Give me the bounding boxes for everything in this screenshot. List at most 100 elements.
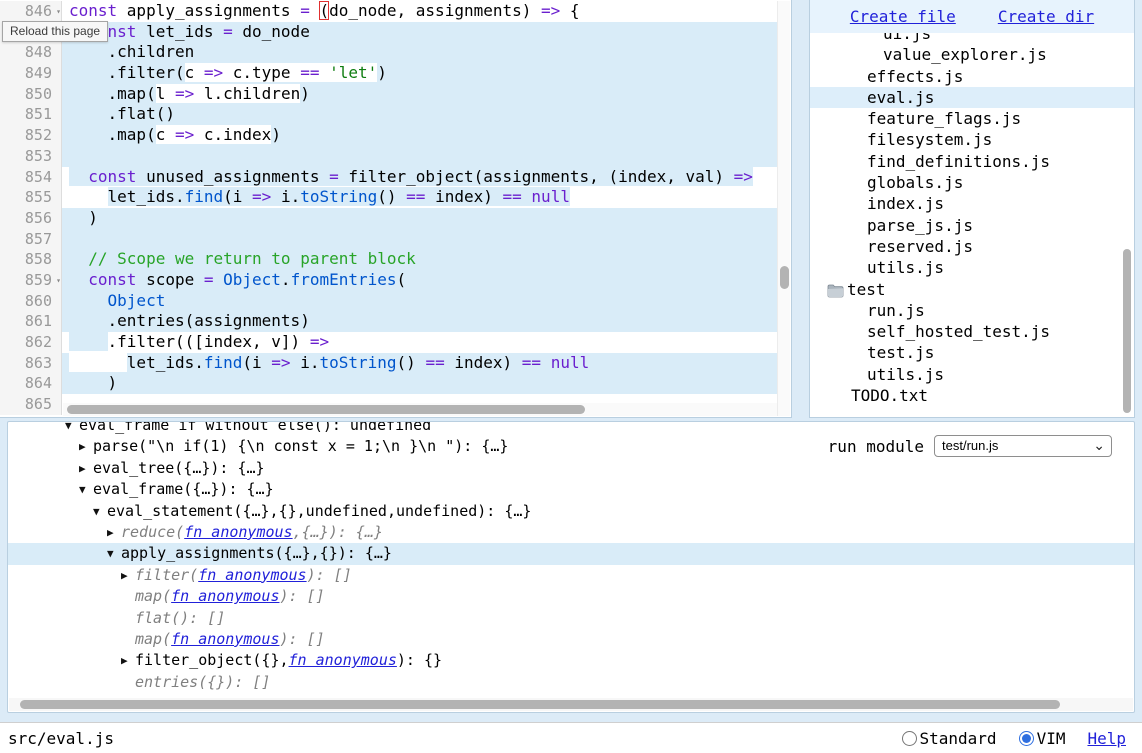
code-line[interactable]: 858 // Scope we return to parent block — [0, 249, 777, 270]
file-tree-item[interactable]: value_explorer.js — [810, 44, 1134, 65]
triangle-down-icon[interactable]: ▼ — [107, 543, 121, 564]
file-tree-item[interactable]: index.js — [810, 193, 1134, 214]
code-line[interactable]: 853 — [0, 146, 777, 167]
code-text[interactable]: .map(c => c.index) — [62, 125, 777, 146]
file-tree-item[interactable]: find_definitions.js — [810, 151, 1134, 172]
call-tree-row[interactable]: map(fn anonymous): [] — [8, 629, 1134, 650]
code-lines[interactable]: 846▾const apply_assignments = (do_node, … — [0, 1, 777, 415]
create-file-link[interactable]: Create file — [850, 7, 956, 26]
code-text[interactable]: let_ids.find(i => i.toString() == index)… — [62, 187, 777, 208]
call-tree-row[interactable]: map(fn anonymous): [] — [8, 586, 1134, 607]
code-text[interactable] — [62, 229, 777, 250]
code-text[interactable]: .filter(c => c.type == 'let') — [62, 63, 777, 84]
code-text[interactable]: .map(l => l.children) — [62, 84, 777, 105]
code-text[interactable]: let_ids.find(i => i.toString() == index)… — [62, 353, 777, 374]
triangle-right-icon[interactable]: ▶ — [121, 650, 135, 671]
code-text[interactable]: const apply_assignments = (do_node, assi… — [62, 1, 777, 22]
code-line[interactable]: 851 .flat() — [0, 104, 777, 125]
code-line[interactable]: 847 const let_ids = do_node — [0, 22, 777, 43]
code-text[interactable]: .entries(assignments) — [62, 311, 777, 332]
file-tree-item[interactable]: TODO.txt — [810, 385, 1134, 406]
call-tree-row[interactable]: flat(): [] — [8, 608, 1134, 629]
file-tree-item[interactable]: self_hosted_test.js — [810, 321, 1134, 342]
call-tree-row[interactable]: ▶eval_tree({…}): {…} — [8, 458, 1134, 479]
editor-horizontal-scrollbar-thumb[interactable] — [67, 405, 585, 414]
editor-horizontal-scrollbar[interactable] — [63, 403, 777, 416]
fold-arrow-icon[interactable]: ▾ — [52, 2, 61, 23]
file-tree-item[interactable]: globals.js — [810, 172, 1134, 193]
file-tree-item[interactable]: run.js — [810, 300, 1134, 321]
call-tree-row[interactable]: ▶filter_object({},fn anonymous): {} — [8, 650, 1134, 671]
file-tree-item[interactable]: feature_flags.js — [810, 108, 1134, 129]
file-tree-item[interactable]: filesystem.js — [810, 129, 1134, 150]
file-tree-item[interactable]: effects.js — [810, 66, 1134, 87]
call-tree-row[interactable]: ▼eval_frame({…}): {…} — [8, 479, 1134, 500]
triangle-down-icon[interactable]: ▼ — [93, 501, 107, 522]
editor-vertical-scrollbar[interactable] — [777, 1, 790, 416]
file-tree-item[interactable]: parse_js.js — [810, 215, 1134, 236]
fn-anonymous-link[interactable]: fn anonymous — [171, 586, 279, 607]
code-line[interactable]: 854 const unused_assignments = filter_ob… — [0, 167, 777, 188]
code-line[interactable]: 859▾ const scope = Object.fromEntries( — [0, 270, 777, 291]
code-line[interactable]: 846▾const apply_assignments = (do_node, … — [0, 1, 777, 22]
code-text[interactable]: const unused_assignments = filter_object… — [62, 167, 777, 188]
files-vertical-scrollbar-thumb[interactable] — [1123, 249, 1131, 413]
standard-radio[interactable] — [902, 731, 917, 746]
calltree-horizontal-scrollbar-thumb[interactable] — [20, 700, 1060, 709]
mode-option-vim[interactable]: VIM — [1019, 729, 1066, 748]
editor-vertical-scrollbar-thumb[interactable] — [780, 266, 789, 289]
call-tree-row[interactable]: ▼apply_assignments({…},{}): {…} — [8, 543, 1134, 564]
code-line[interactable]: 857 — [0, 229, 777, 250]
create-dir-link[interactable]: Create dir — [998, 7, 1094, 26]
code-text[interactable]: ) — [62, 208, 777, 229]
code-text[interactable]: const scope = Object.fromEntries( — [62, 270, 777, 291]
mode-option-standard[interactable]: Standard — [902, 729, 997, 748]
fn-anonymous-link[interactable]: fn anonymous — [184, 522, 292, 543]
code-text[interactable]: // Scope we return to parent block — [62, 249, 777, 270]
fn-anonymous-link[interactable]: fn anonymous — [171, 629, 279, 650]
calltree-horizontal-scrollbar[interactable] — [9, 698, 1133, 711]
code-text[interactable]: const let_ids = do_node — [62, 22, 777, 43]
fn-anonymous-link[interactable]: fn anonymous — [198, 565, 306, 586]
files-vertical-scrollbar[interactable] — [1121, 1, 1133, 416]
triangle-right-icon[interactable]: ▶ — [121, 565, 135, 586]
triangle-right-icon[interactable]: ▶ — [79, 436, 93, 457]
file-tree-item[interactable]: reserved.js — [810, 236, 1134, 257]
code-text[interactable]: ) — [62, 373, 777, 394]
help-link[interactable]: Help — [1087, 729, 1126, 748]
vim-radio[interactable] — [1019, 731, 1034, 746]
code-text[interactable]: .filter(([index, v]) => — [62, 332, 777, 353]
triangle-right-icon[interactable]: ▶ — [107, 522, 121, 543]
file-tree-item[interactable]: utils.js — [810, 364, 1134, 385]
file-tree-folder[interactable]: test — [810, 279, 1134, 300]
code-line[interactable]: 862 .filter(([index, v]) => — [0, 332, 777, 353]
code-line[interactable]: 856 ) — [0, 208, 777, 229]
code-text[interactable] — [62, 146, 777, 167]
call-tree-row[interactable]: ▼eval_statement({…},{},undefined,undefin… — [8, 501, 1134, 522]
fold-arrow-icon[interactable]: ▾ — [52, 271, 61, 292]
code-text[interactable]: Object — [62, 291, 777, 312]
file-tree-item[interactable]: test.js — [810, 342, 1134, 363]
code-text[interactable]: .flat() — [62, 104, 777, 125]
call-tree-row[interactable]: ▶filter(fn anonymous): [] — [8, 565, 1134, 586]
file-tree-item[interactable]: eval.js — [810, 87, 1134, 108]
code-line[interactable]: 849 .filter(c => c.type == 'let') — [0, 63, 777, 84]
code-line[interactable]: 863 let_ids.find(i => i.toString() == in… — [0, 353, 777, 374]
triangle-down-icon[interactable]: ▼ — [65, 421, 79, 436]
code-line[interactable]: 848 .children — [0, 42, 777, 63]
code-text[interactable]: .children — [62, 42, 777, 63]
code-line[interactable]: 864 ) — [0, 373, 777, 394]
code-line[interactable]: 855 let_ids.find(i => i.toString() == in… — [0, 187, 777, 208]
code-line[interactable]: 850 .map(l => l.children) — [0, 84, 777, 105]
code-editor-panel[interactable]: 846▾const apply_assignments = (do_node, … — [0, 0, 792, 418]
call-tree-row[interactable]: ▶reduce(fn anonymous,{…}): {…} — [8, 522, 1134, 543]
fn-anonymous-link[interactable]: fn anonymous — [289, 650, 397, 671]
call-tree-row[interactable]: entries({}): [] — [8, 672, 1134, 693]
triangle-down-icon[interactable]: ▼ — [79, 479, 93, 500]
run-module-select[interactable]: test/run.js ⌄ — [934, 435, 1112, 457]
triangle-right-icon[interactable]: ▶ — [79, 458, 93, 479]
file-tree-item[interactable]: utils.js — [810, 257, 1134, 278]
code-line[interactable]: 860 Object — [0, 291, 777, 312]
code-line[interactable]: 852 .map(c => c.index) — [0, 125, 777, 146]
code-line[interactable]: 861 .entries(assignments) — [0, 311, 777, 332]
